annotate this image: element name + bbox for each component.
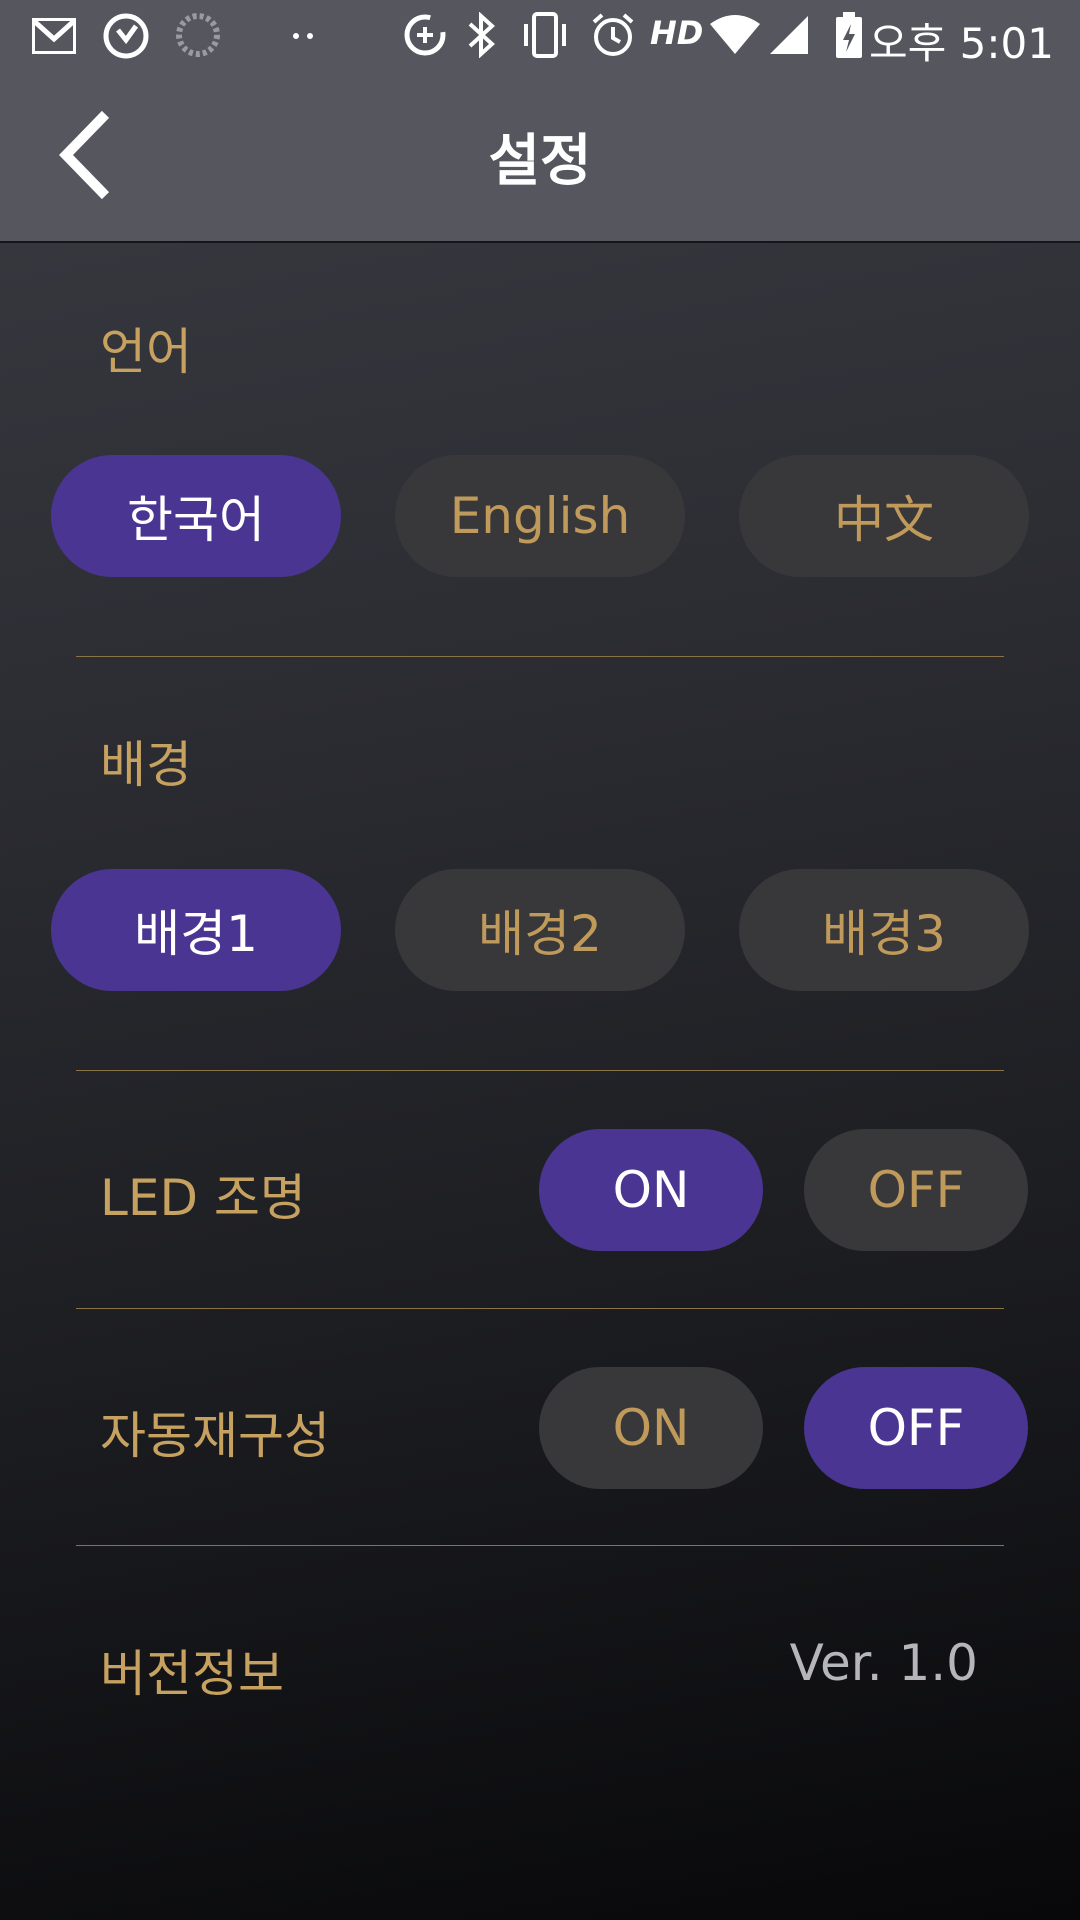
auto-reconfig-on-button[interactable]: ON [539, 1367, 763, 1489]
background-label: 배경 [100, 736, 192, 794]
clock-time: 오후 5:01 [869, 19, 1054, 68]
version-value: Ver. 1.0 [789, 1634, 978, 1692]
page-title: 설정 [488, 129, 592, 194]
led-on-button[interactable]: ON [539, 1129, 763, 1251]
led-off-button[interactable]: OFF [804, 1129, 1028, 1251]
signal-icon [768, 14, 810, 60]
background-1-button[interactable]: 배경1 [51, 869, 341, 991]
background-2-button[interactable]: 배경2 [395, 869, 685, 991]
alarm-icon [590, 12, 636, 62]
more-dots-icon [292, 22, 316, 46]
hd-icon: HD [650, 14, 704, 52]
divider [76, 656, 1004, 657]
bluetooth-icon [466, 11, 496, 62]
language-chinese-button[interactable]: 中文 [739, 455, 1029, 577]
led-label: LED 조명 [100, 1169, 306, 1227]
gmail-icon [31, 17, 77, 58]
vibrate-icon [518, 10, 572, 64]
battery-charging-icon [834, 10, 864, 64]
clock-app-icon [102, 12, 150, 64]
language-english-button[interactable]: English [395, 455, 685, 577]
divider [76, 1070, 1004, 1071]
divider [76, 1308, 1004, 1309]
app-bar: 설정 [0, 72, 1080, 243]
loading-icon [175, 12, 221, 62]
divider [76, 1545, 1004, 1546]
status-bar: HD 오후 5:01 [0, 0, 1080, 72]
language-label: 언어 [100, 323, 192, 381]
data-saver-icon [402, 12, 448, 62]
auto-reconfig-label: 자동재구성 [100, 1407, 330, 1465]
wifi-icon [708, 14, 762, 60]
background-3-button[interactable]: 배경3 [739, 869, 1029, 991]
version-info-label: 버전정보 [100, 1645, 284, 1703]
language-korean-button[interactable]: 한국어 [51, 455, 341, 577]
auto-reconfig-off-button[interactable]: OFF [804, 1367, 1028, 1489]
